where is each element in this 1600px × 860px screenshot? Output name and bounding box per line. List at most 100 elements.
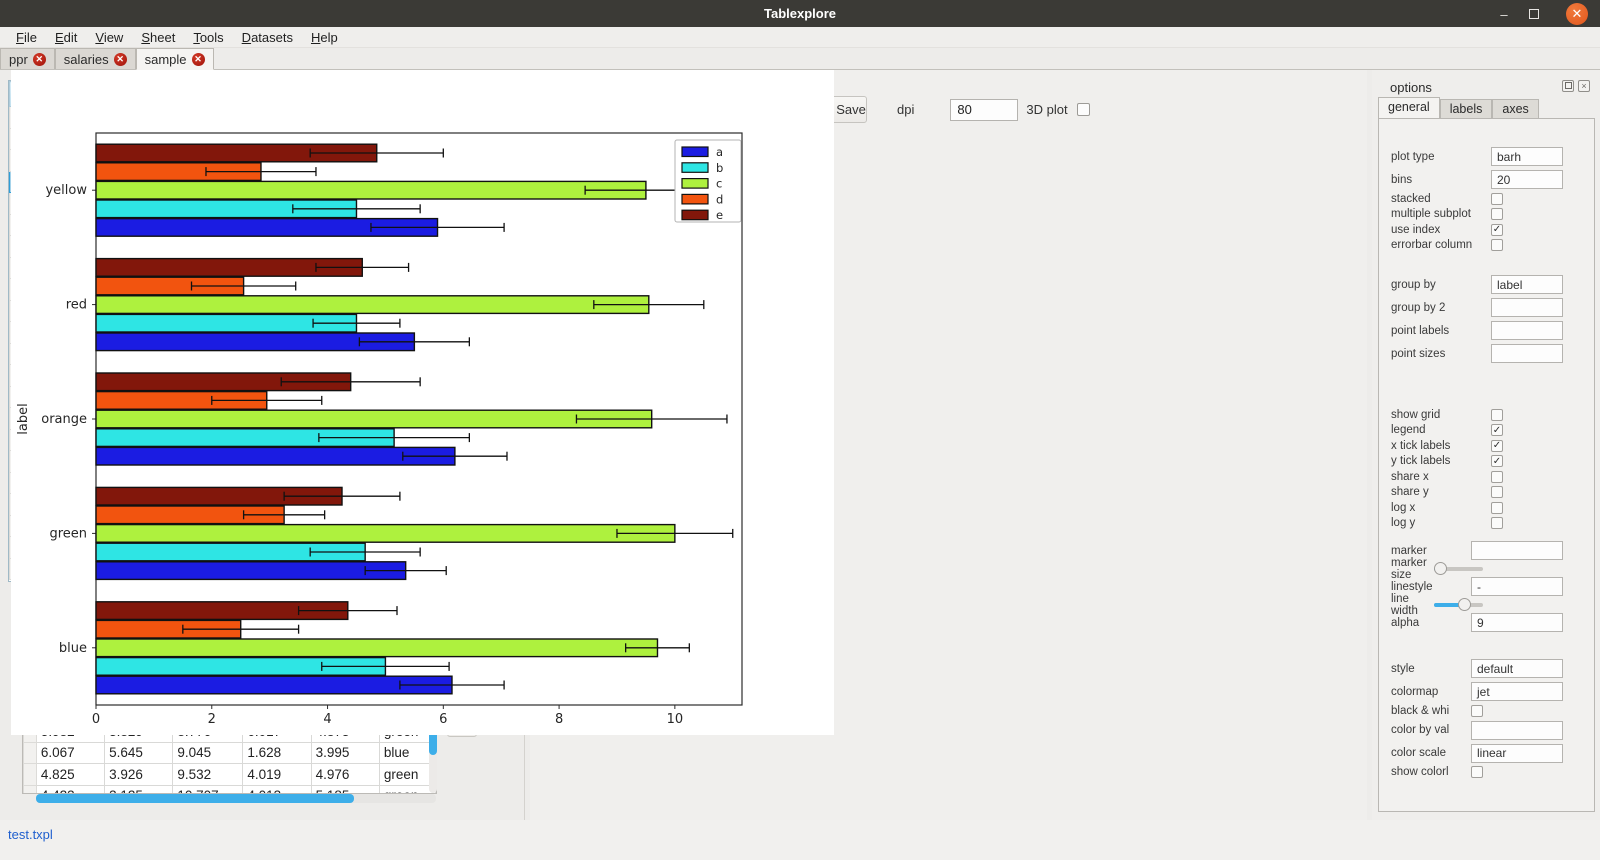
- cell[interactable]: 4.423: [36, 785, 104, 794]
- options-tabs: generallabelsaxes: [1378, 97, 1539, 119]
- use-index-checkbox[interactable]: ✓: [1491, 224, 1503, 236]
- multiple-subplot-checkbox[interactable]: [1491, 208, 1503, 220]
- option-label: color scale: [1391, 747, 1471, 759]
- options-tab-axes[interactable]: axes: [1492, 99, 1538, 119]
- table-row[interactable]: 4.4233.12510.7074.0135.185green: [24, 785, 436, 794]
- alpha-input[interactable]: 9: [1471, 613, 1563, 632]
- color-scale-input[interactable]: linear: [1471, 744, 1563, 763]
- menu-view[interactable]: View: [87, 29, 131, 46]
- minimize-button[interactable]: –: [1494, 4, 1514, 24]
- status-filename[interactable]: test.txpl: [8, 827, 53, 842]
- cell[interactable]: 3.995: [311, 742, 379, 764]
- x-tick-labels-checkbox[interactable]: ✓: [1491, 440, 1503, 452]
- cell[interactable]: 9.045: [173, 742, 243, 764]
- sheet-tab-sample[interactable]: sample✕: [136, 48, 214, 70]
- options-tab-labels[interactable]: labels: [1440, 99, 1493, 119]
- svg-text:green: green: [49, 526, 87, 541]
- show-colorl-checkbox[interactable]: [1471, 766, 1483, 778]
- dpi-input[interactable]: [950, 99, 1018, 121]
- maximize-button[interactable]: [1524, 4, 1544, 24]
- cell[interactable]: 5.185: [311, 785, 379, 794]
- line-width-slider[interactable]: [1434, 598, 1483, 611]
- option-label: linestyle: [1391, 581, 1471, 593]
- plot-type-input[interactable]: barh: [1491, 147, 1563, 166]
- menu-datasets[interactable]: Datasets: [234, 29, 301, 46]
- table-row[interactable]: 6.0675.6459.0451.6283.995blue: [24, 742, 436, 764]
- option-label: show colorl: [1391, 766, 1471, 778]
- linestyle-input[interactable]: -: [1471, 577, 1563, 596]
- tab-close-icon[interactable]: ✕: [192, 53, 205, 66]
- cell[interactable]: 10.707: [173, 785, 243, 794]
- sheet-tab-salaries[interactable]: salaries✕: [55, 48, 136, 69]
- tab-close-icon[interactable]: ✕: [33, 53, 46, 66]
- bar-c-orange: [96, 410, 652, 428]
- marker-size-slider[interactable]: [1434, 562, 1483, 575]
- close-button[interactable]: ✕: [1566, 3, 1588, 25]
- cell[interactable]: blue: [379, 742, 435, 764]
- svg-text:orange: orange: [41, 412, 87, 427]
- style-input[interactable]: default: [1471, 659, 1563, 678]
- log-y-checkbox[interactable]: [1491, 517, 1503, 529]
- cell[interactable]: 4.825: [36, 764, 104, 786]
- legend-checkbox[interactable]: ✓: [1491, 424, 1503, 436]
- menu-tools[interactable]: Tools: [185, 29, 231, 46]
- sheet-tab-ppr[interactable]: ppr✕: [0, 48, 55, 69]
- bins-input[interactable]: 20: [1491, 170, 1563, 189]
- options-close-icon[interactable]: ×: [1578, 80, 1590, 92]
- option-label: group by: [1391, 279, 1491, 291]
- menu-bar: FileEditViewSheetToolsDatasetsHelp: [0, 27, 1600, 48]
- option-label: log y: [1391, 517, 1491, 529]
- cell[interactable]: green: [379, 764, 435, 786]
- option-label: stacked: [1391, 193, 1491, 205]
- cell[interactable]: 3.926: [105, 764, 173, 786]
- bar-c-blue: [96, 639, 657, 657]
- menu-edit[interactable]: Edit: [47, 29, 85, 46]
- cell[interactable]: [24, 785, 37, 794]
- cell[interactable]: 5.645: [105, 742, 173, 764]
- black-whi-checkbox[interactable]: [1471, 705, 1483, 717]
- option-row: log x: [1391, 500, 1594, 516]
- share-x-checkbox[interactable]: [1491, 471, 1503, 483]
- option-label: group by 2: [1391, 302, 1491, 314]
- cell[interactable]: 1.628: [243, 742, 311, 764]
- cell[interactable]: green: [379, 785, 435, 794]
- stacked-checkbox[interactable]: [1491, 193, 1503, 205]
- group-by-2-input[interactable]: [1491, 298, 1563, 317]
- log-x-checkbox[interactable]: [1491, 502, 1503, 514]
- cell[interactable]: [24, 764, 37, 786]
- cell[interactable]: 4.013: [243, 785, 311, 794]
- menu-help[interactable]: Help: [303, 29, 346, 46]
- menu-sheet[interactable]: Sheet: [133, 29, 183, 46]
- cell[interactable]: 4.976: [311, 764, 379, 786]
- svg-text:0: 0: [92, 712, 100, 727]
- table-row[interactable]: 4.8253.9269.5324.0194.976green: [24, 764, 436, 786]
- colormap-input[interactable]: jet: [1471, 682, 1563, 701]
- options-tab-general[interactable]: general: [1378, 97, 1440, 119]
- cell[interactable]: 9.532: [173, 764, 243, 786]
- bar-c-yellow: [96, 181, 646, 199]
- group-by-input[interactable]: label: [1491, 275, 1563, 294]
- cell[interactable]: [24, 742, 37, 764]
- sub-table-hscrollbar[interactable]: [36, 794, 436, 803]
- point-labels-input[interactable]: [1491, 321, 1563, 340]
- point-sizes-input[interactable]: [1491, 344, 1563, 363]
- color-by-val-input[interactable]: [1471, 721, 1563, 740]
- options-title: options: [1390, 80, 1432, 95]
- bar-c-green: [96, 525, 675, 543]
- plot-canvas[interactable]: 0246810yellowredorangegreenbluelabelabcd…: [11, 70, 834, 735]
- tab-close-icon[interactable]: ✕: [114, 53, 127, 66]
- cell[interactable]: 4.019: [243, 764, 311, 786]
- option-label: colormap: [1391, 686, 1471, 698]
- show-grid-checkbox[interactable]: [1491, 409, 1503, 421]
- bar-a-green: [96, 562, 406, 580]
- option-row: bins20: [1391, 168, 1594, 191]
- share-y-checkbox[interactable]: [1491, 486, 1503, 498]
- 3d-plot-checkbox[interactable]: [1077, 103, 1090, 116]
- menu-file[interactable]: File: [8, 29, 45, 46]
- cell[interactable]: 3.125: [105, 785, 173, 794]
- options-float-icon[interactable]: [1562, 80, 1574, 92]
- cell[interactable]: 6.067: [36, 742, 104, 764]
- errorbar-column-checkbox[interactable]: [1491, 239, 1503, 251]
- marker-input[interactable]: [1471, 541, 1563, 560]
- y-tick-labels-checkbox[interactable]: ✓: [1491, 455, 1503, 467]
